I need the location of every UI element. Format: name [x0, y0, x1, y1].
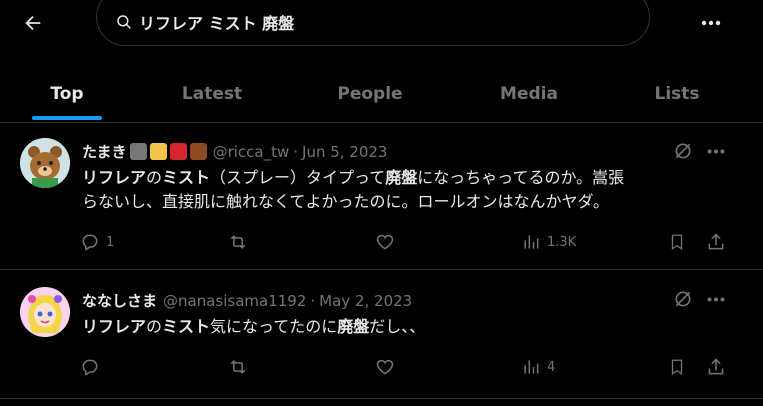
- red-book-icon: [169, 143, 187, 160]
- retweet-button[interactable]: [227, 357, 249, 377]
- tab-media[interactable]: Media: [479, 66, 579, 122]
- text-plain: の: [146, 317, 163, 336]
- text-plain: だし、、: [369, 317, 426, 336]
- bear-avatar-icon: [20, 138, 70, 188]
- bookmark-icon: [671, 234, 683, 251]
- search-query: リフレア ミスト 廃盤: [139, 14, 295, 33]
- text-highlight: ミスト: [162, 168, 211, 187]
- avatar[interactable]: [20, 138, 70, 188]
- views-button[interactable]: 1.3K: [521, 232, 576, 252]
- views-icon: [524, 235, 539, 249]
- tweet-divider: [0, 398, 763, 399]
- text-plain: になっちゃってるのか。嵩張: [417, 168, 625, 187]
- arrow-left-icon: [25, 15, 41, 31]
- grok-icon: [675, 291, 691, 307]
- text-highlight: 廃盤: [385, 168, 418, 187]
- more-horizontal-icon: [701, 20, 721, 26]
- retweet-icon: [230, 360, 246, 374]
- display-name[interactable]: ななしさま: [82, 290, 157, 311]
- tweet-more-button[interactable]: [702, 140, 730, 162]
- active-tab-indicator: [32, 116, 102, 120]
- horse-icon: [189, 143, 207, 160]
- back-button[interactable]: [16, 6, 50, 40]
- reply-button[interactable]: 1: [80, 232, 114, 252]
- views-icon: [524, 360, 539, 374]
- share-icon: [708, 233, 724, 250]
- anime-girl-avatar-icon: [20, 287, 70, 337]
- bookmark-button[interactable]: [666, 357, 688, 377]
- reply-icon: [82, 359, 98, 376]
- display-name[interactable]: たまき: [82, 141, 127, 162]
- text-plain: （スプレー）タイプって: [210, 168, 386, 187]
- text-highlight: ミスト: [162, 317, 211, 336]
- more-horizontal-icon: [707, 297, 725, 301]
- text-plain: 気になってたのに: [210, 317, 338, 336]
- bookmark-button[interactable]: [666, 232, 688, 252]
- retweet-icon: [230, 235, 246, 249]
- heart-icon: [376, 359, 394, 375]
- more-horizontal-icon: [707, 149, 725, 153]
- tab-top[interactable]: Top: [17, 66, 117, 122]
- grok-button[interactable]: [670, 288, 696, 310]
- text-highlight: 廃盤: [337, 317, 370, 336]
- text-highlight: リフレア: [82, 317, 147, 336]
- grok-icon: [675, 143, 691, 159]
- like-button[interactable]: [374, 232, 396, 252]
- handle[interactable]: @ricca_tw: [213, 143, 290, 161]
- views-button[interactable]: 4: [521, 357, 555, 377]
- reply-count: 1: [106, 234, 115, 250]
- retweet-button[interactable]: [227, 232, 249, 252]
- tweet-text: リフレアのミスト（スプレー）タイプって廃盤になっちゃってるのか。嵩張 らないし、…: [82, 166, 722, 214]
- text-line: らないし、直接肌に触れなくてよかったのに。ロールオンはなんかヤダ。: [82, 192, 610, 211]
- tweet-header: ななしさま @nanasisama1192 · May 2, 2023: [82, 290, 412, 311]
- tweet-text: リフレアのミスト気になってたのに廃盤だし、、: [82, 315, 722, 339]
- share-icon: [708, 358, 724, 375]
- tweet-header: たまき @ricca_tw · Jun 5, 2023: [82, 141, 387, 162]
- lipstick-icon: [149, 143, 167, 160]
- search-icon: [117, 15, 131, 29]
- tab-people[interactable]: People: [320, 66, 420, 122]
- curling-stone-icon: [129, 143, 147, 160]
- text-highlight: リフレア: [82, 168, 147, 187]
- tab-lists[interactable]: Lists: [627, 66, 727, 122]
- view-count: 1.3K: [547, 234, 577, 250]
- avatar[interactable]: [20, 287, 70, 337]
- tweet-more-button[interactable]: [702, 288, 730, 310]
- grok-button[interactable]: [670, 140, 696, 162]
- tab-latest[interactable]: Latest: [162, 66, 262, 122]
- tweet-date[interactable]: May 2, 2023: [319, 292, 412, 310]
- tab-bar: Top Latest People Media Lists: [0, 66, 763, 122]
- view-count: 4: [547, 359, 556, 375]
- share-button[interactable]: [705, 232, 727, 252]
- share-button[interactable]: [705, 357, 727, 377]
- more-options-button[interactable]: [694, 8, 728, 38]
- like-button[interactable]: [374, 357, 396, 377]
- reply-icon: [82, 234, 98, 251]
- heart-icon: [376, 234, 394, 250]
- bookmark-icon: [671, 359, 683, 376]
- search-input[interactable]: リフレア ミスト 廃盤: [96, 0, 650, 46]
- separator: ·: [293, 142, 299, 161]
- text-plain: の: [146, 168, 163, 187]
- reply-button[interactable]: [80, 357, 106, 377]
- handle[interactable]: @nanasisama1192: [163, 292, 306, 310]
- tweet-date[interactable]: Jun 5, 2023: [302, 143, 387, 161]
- separator: ·: [310, 291, 316, 310]
